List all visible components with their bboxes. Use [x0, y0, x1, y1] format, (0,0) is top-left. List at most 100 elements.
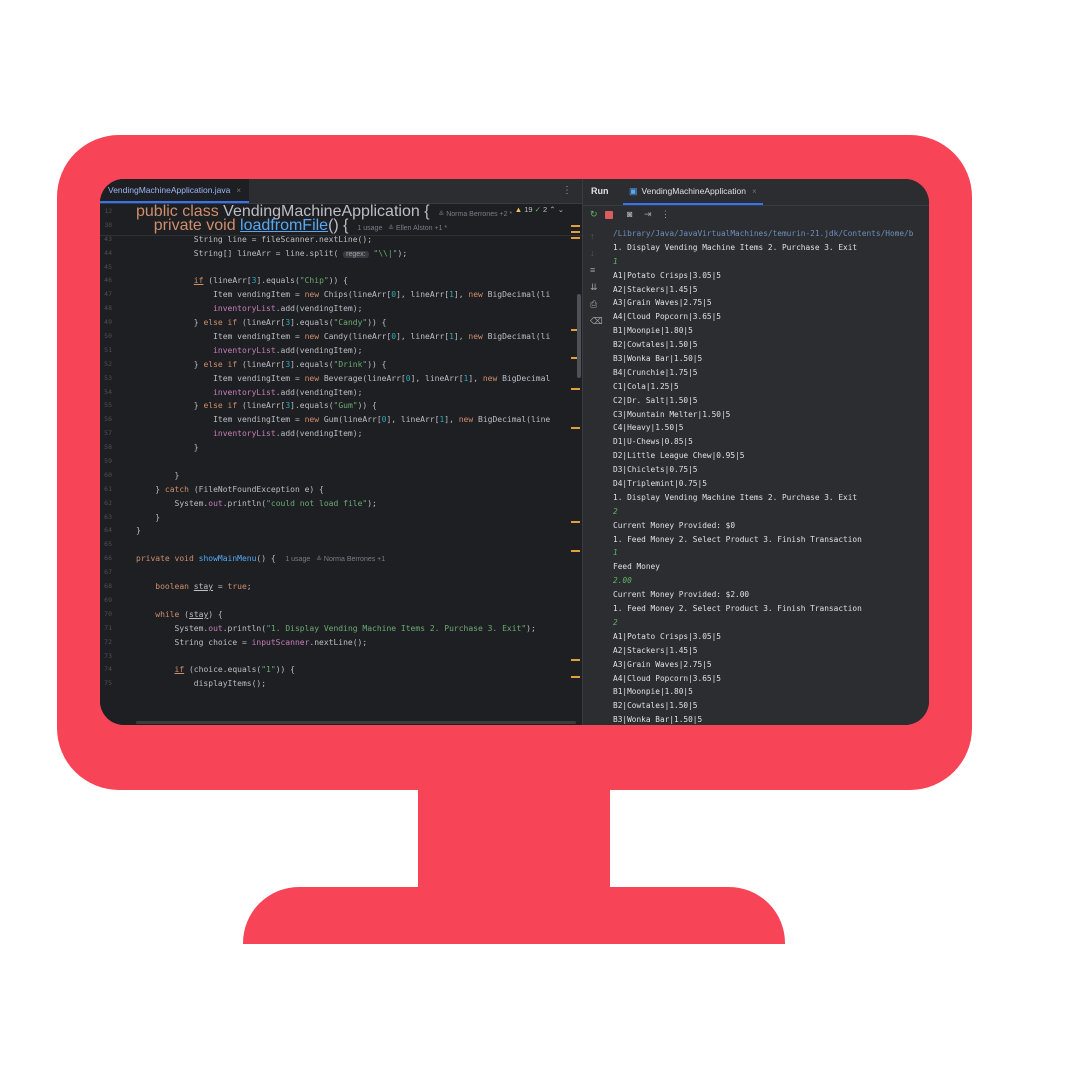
console-output-line: 1. Feed Money 2. Select Product 3. Finis… — [613, 534, 862, 544]
code-line[interactable]: 46 if (lineArr[3].equals("Chip")) { — [100, 274, 582, 288]
code-line[interactable]: 71 System.out.println("1. Display Vendin… — [100, 622, 582, 636]
code-line[interactable]: 56 Item vendingItem = new Gum(lineArr[0]… — [100, 413, 582, 427]
tab-vending-machine-application-java[interactable]: VendingMachineApplication.java × — [100, 179, 250, 203]
code-line[interactable]: 66 private void showMainMenu() { 1 usage … — [100, 552, 582, 566]
code-text: inventoryList.add(vendingItem); — [213, 387, 363, 397]
code-line[interactable]: 65 — [100, 538, 582, 552]
code-text: } else if (lineArr[3].equals("Drink")) { — [136, 359, 387, 369]
code-line[interactable]: 52 } else if (lineArr[3].equals("Drink")… — [100, 358, 582, 372]
console-output-line: D2|Little League Chew|0.95|5 — [613, 451, 745, 461]
code-line[interactable]: 47 Item vendingItem = new Chips(lineArr[… — [100, 288, 582, 302]
code-line[interactable]: 44 String[] lineArr = line.split( regex:… — [100, 247, 582, 261]
scroll-to-end-icon[interactable]: ⇊ — [590, 282, 598, 293]
exit-icon[interactable]: ⇥ — [644, 209, 652, 220]
line-number: 60 — [104, 470, 112, 479]
code-text: if (choice.equals("1")) { — [174, 665, 295, 675]
gutter-warning-mark — [571, 225, 580, 227]
line-number: 44 — [104, 248, 112, 257]
code-line[interactable]: 67 — [100, 566, 582, 580]
line-number: 61 — [104, 484, 112, 493]
print-icon[interactable]: ⎙ — [590, 299, 597, 310]
camera-icon[interactable]: ◙ — [627, 209, 632, 219]
console-input-line: 1 — [613, 548, 618, 558]
code-line[interactable]: 60 } — [100, 469, 582, 483]
code-line[interactable]: 58 } — [100, 441, 582, 455]
run-header: Run ▣ VendingMachineApplication × — [583, 179, 929, 206]
code-line[interactable]: 75 displayItems(); — [100, 677, 582, 691]
vertical-scrollbar[interactable] — [577, 294, 581, 378]
code-line[interactable]: 63 } — [100, 511, 582, 525]
gutter-warning-mark — [571, 521, 580, 523]
close-icon[interactable]: × — [752, 187, 757, 196]
trash-icon[interactable]: ⌫ — [590, 316, 603, 327]
console-output[interactable]: /Library/Java/JavaVirtualMachines/temuri… — [613, 227, 929, 725]
console-output-line: B3|Wonka Bar|1.50|5 — [613, 354, 703, 364]
arrow-up-icon[interactable]: ↑ — [590, 231, 595, 241]
arrow-down-icon[interactable]: ↓ — [590, 248, 595, 258]
horizontal-scrollbar[interactable] — [136, 721, 576, 724]
line-number: 38 — [104, 221, 112, 229]
code-line[interactable]: 59 — [100, 455, 582, 469]
code-text: inventoryList.add(vendingItem); — [213, 429, 363, 439]
code-line[interactable]: 74 if (choice.equals("1")) { — [100, 663, 582, 677]
code-line[interactable]: 61 } catch (FileNotFoundException e) { — [100, 483, 582, 497]
line-number: 73 — [104, 651, 112, 660]
stop-icon[interactable] — [605, 211, 613, 219]
code-line[interactable]: 50 Item vendingItem = new Candy(lineArr[… — [100, 330, 582, 344]
code-line[interactable]: 53 Item vendingItem = new Beverage(lineA… — [100, 372, 582, 386]
code-line[interactable]: 69 — [100, 594, 582, 608]
code-text: boolean stay = true; — [155, 582, 252, 592]
console-output-line: A1|Potato Crisps|3.05|5 — [613, 270, 721, 280]
console-output-line: C3|Mountain Melter|1.50|5 — [613, 409, 731, 419]
code-line[interactable]: 62 System.out.println("could not load fi… — [100, 497, 582, 511]
sticky-line[interactable]: 38 private void loadfromFile() { 1 usage… — [100, 217, 582, 233]
code-area[interactable]: 4142 while (fileScanner.hasNextLine()) {… — [100, 205, 582, 691]
console-output-line: Current Money Provided: $2.00 — [613, 590, 750, 600]
console-output-line: B1|Moonpie|1.80|5 — [613, 687, 693, 697]
code-line[interactable]: 48 inventoryList.add(vendingItem); — [100, 302, 582, 316]
more-options-icon[interactable]: ⋮ — [562, 185, 572, 196]
more-options-icon[interactable]: ⋮ — [661, 209, 670, 220]
code-line[interactable]: 70 while (stay) { — [100, 608, 582, 622]
line-number: 67 — [104, 568, 112, 577]
chevron-down-icon[interactable]: ⌄ — [558, 205, 564, 214]
console-output-line: C4|Heavy|1.50|5 — [613, 423, 684, 433]
console-output-line: 1. Feed Money 2. Select Product 3. Finis… — [613, 604, 862, 614]
code-line[interactable]: 45 — [100, 261, 582, 275]
soft-wrap-icon[interactable]: ≡ — [590, 265, 595, 275]
line-number: 48 — [104, 304, 112, 313]
gutter-warning-mark — [571, 231, 580, 233]
line-number: 51 — [104, 345, 112, 354]
code-line[interactable]: 68 boolean stay = true; — [100, 580, 582, 594]
chevron-up-icon[interactable]: ⌃ — [549, 205, 555, 214]
code-line[interactable]: 55 } else if (lineArr[3].equals("Gum")) … — [100, 399, 582, 413]
code-line[interactable]: 72 String choice = inputScanner.nextLine… — [100, 636, 582, 650]
code-line[interactable]: 54 inventoryList.add(vendingItem); — [100, 386, 582, 400]
code-line[interactable]: 57 inventoryList.add(vendingItem); — [100, 427, 582, 441]
close-icon[interactable]: × — [236, 186, 241, 195]
code-text: Item vendingItem = new Chips(lineArr[0],… — [136, 290, 551, 300]
rerun-icon[interactable]: ↻ — [590, 209, 598, 220]
console-output-line: B1|Moonpie|1.80|5 — [613, 326, 693, 336]
inspection-widget[interactable]: ▲ 19 ✓ 2 ⌃ ⌄ — [515, 205, 564, 214]
console-output-line: A4|Cloud Popcorn|3.65|5 — [613, 312, 721, 322]
code-line[interactable]: 64} — [100, 524, 582, 538]
console-output-line: B4|Crunchie|1.75|5 — [613, 367, 698, 377]
tab-run-configuration[interactable]: ▣ VendingMachineApplication × — [623, 179, 763, 205]
console-output-line: A2|Stackers|1.45|5 — [613, 284, 698, 294]
line-number: 53 — [104, 373, 112, 382]
line-number: 46 — [104, 276, 112, 285]
console-output-line: C1|Cola|1.25|5 — [613, 381, 679, 391]
code-line[interactable]: 49 } else if (lineArr[3].equals("Candy")… — [100, 316, 582, 330]
console-output-line: B2|Cowtales|1.50|5 — [613, 340, 698, 350]
line-number: 64 — [104, 526, 112, 535]
run-toolbar: ↻ ◙ ⇥ ⋮ — [583, 206, 929, 226]
console-output-line: 1. Display Vending Machine Items 2. Purc… — [613, 242, 858, 252]
code-line[interactable]: 51 inventoryList.add(vendingItem); — [100, 344, 582, 358]
console-output-line: A4|Cloud Popcorn|3.65|5 — [613, 673, 721, 683]
line-number: 58 — [104, 443, 112, 452]
line-number: 74 — [104, 665, 112, 674]
code-line[interactable]: 73 — [100, 650, 582, 664]
line-number: 12 — [104, 208, 112, 215]
line-number: 62 — [104, 498, 112, 507]
